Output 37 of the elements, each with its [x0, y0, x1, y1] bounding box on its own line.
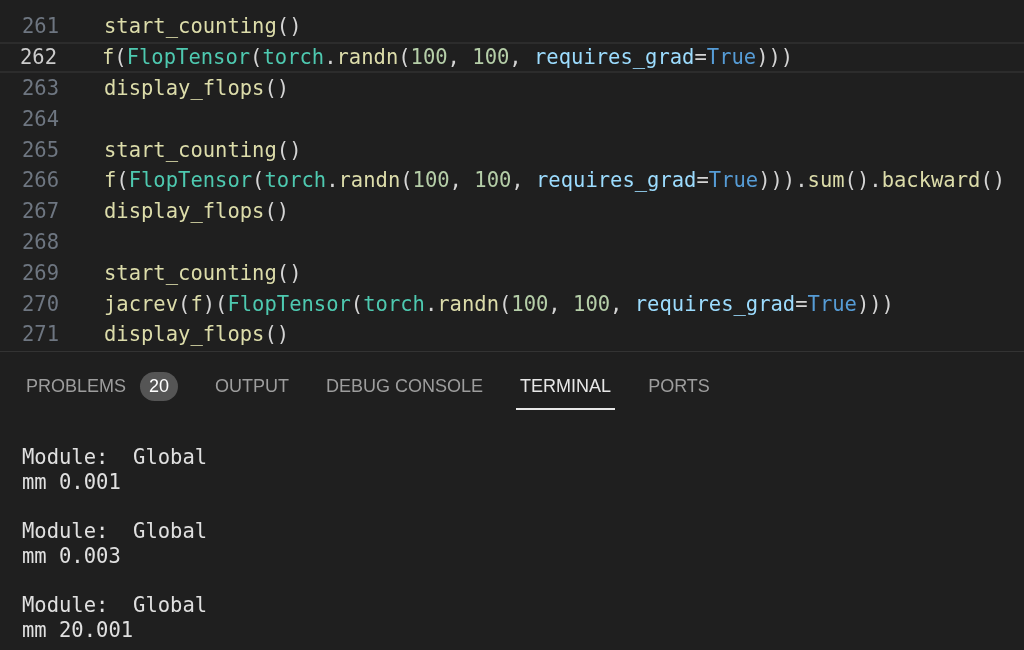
tab-label[interactable]: PROBLEMS [26, 375, 127, 397]
line-number: 270 [20, 291, 59, 316]
line-number: 261 [20, 14, 59, 39]
code-line: jacrev(f)(FlopTensor(torch.randn(100, 100, requires_grad=True))) [104, 291, 894, 316]
tab-label[interactable]: DEBUG CONSOLE [326, 375, 484, 397]
line-number: 264 [20, 106, 59, 131]
code-line: f(FlopTensor(torch.randn(100, 100, requires_grad=True))) [102, 45, 794, 70]
terminal-output-line: Module: Global [22, 593, 208, 618]
panel-tab[interactable]: TERMINAL [516, 364, 616, 410]
code-line: start_counting() [104, 137, 302, 162]
panel-tab[interactable]: PROBLEMS 20 [22, 364, 183, 410]
terminal-output-line: mm 20.001 [22, 617, 134, 643]
line-number: 268 [20, 229, 59, 254]
tab-label[interactable]: TERMINAL [520, 375, 612, 397]
terminal-output-line: mm 0.001 [22, 469, 121, 495]
terminal-output-line: Module: Global [22, 445, 208, 470]
line-number: 269 [20, 260, 59, 285]
terminal-output-line: mm 0.003 [22, 543, 121, 569]
code-line: f(FlopTensor(torch.randn(100, 100, requires_grad=True))).sum().backward() [104, 168, 1006, 193]
line-number: 262 [18, 45, 57, 70]
panel-tab[interactable]: PORTS [644, 364, 714, 410]
line-number: 267 [20, 199, 59, 224]
code-line: display_flops() [104, 76, 290, 100]
panel-tab[interactable]: OUTPUT [211, 364, 294, 410]
code-line: display_flops() [104, 322, 290, 347]
tab-label[interactable]: PORTS [648, 375, 710, 397]
code-line: display_flops() [104, 199, 290, 224]
code-line: start_counting() [104, 260, 302, 285]
line-number: 266 [20, 168, 59, 193]
line-number: 263 [20, 76, 59, 100]
line-number: 271 [20, 322, 59, 347]
count-badge: 20 [140, 371, 179, 401]
code-line: start_counting() [104, 14, 302, 39]
tab-label[interactable]: OUTPUT [215, 375, 290, 397]
line-number: 265 [20, 137, 59, 162]
terminal-output-line: Module: Global [22, 519, 208, 544]
panel-tab[interactable]: DEBUG CONSOLE [322, 364, 488, 410]
